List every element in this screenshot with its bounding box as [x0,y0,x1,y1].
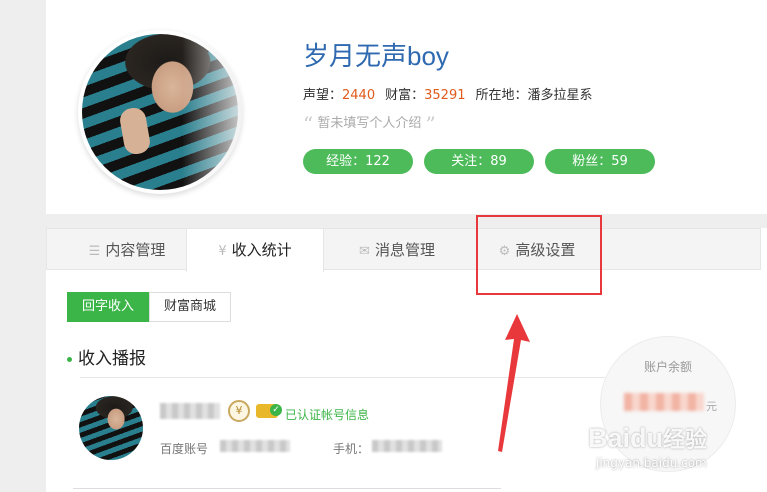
tab-label: 收入统计 [231,241,292,259]
tab-content-management[interactable]: ☰ 内容管理 [67,229,187,271]
blurred-phone [372,440,442,452]
watermark-suffix: 经验 [663,427,708,452]
coin-icon: ¥ [228,400,250,422]
section-title: 收入播报 [67,344,146,369]
balance-label: 账户余额 [643,360,692,374]
verified-badge-icon [256,404,282,418]
profile-card: 岁月无声boy 声望：2440 财富：35291 所在地：潘多拉星系 “ 暂未填写个… [46,0,767,214]
subtab-answer-income[interactable]: 回字收入 [67,292,150,322]
tab-message-management[interactable]: ✉ 消息管理 [337,229,457,271]
verified-text[interactable]: 已认证帐号信息 [285,406,369,423]
profile-stats: 声望：2440 财富：35291 所在地：潘多拉星系 [303,84,593,103]
experience-pill[interactable]: 经验：122 [303,149,413,174]
list-icon: ☰ [88,244,101,259]
bottom-divider [73,488,501,492]
close-quote-icon: ” [425,112,436,136]
tab-income-stats[interactable]: ¥ 收入统计 [186,229,324,272]
location-label: 所在地： [475,88,528,103]
watermark-brand: Bai [588,423,631,453]
bullet-dot-icon [67,356,72,362]
wealth-value: 35291 [424,88,466,103]
tab-label: 消息管理 [374,241,435,259]
blurred-balance-value [624,393,704,411]
section-title-text: 收入播报 [78,349,146,369]
profile-pills: 经验：122 关注：89 粉丝：59 [303,149,666,174]
following-pill[interactable]: 关注：89 [424,149,534,174]
blurred-baidu-account [220,440,290,452]
reputation-label: 声望： [303,88,343,103]
tab-bar: ☰ 内容管理 ¥ 收入统计 ✉ 消息管理 ⚙ 高级设置 [46,228,761,272]
reputation-value: 2440 [342,88,376,103]
username[interactable]: 岁月无声boy [303,36,449,73]
mail-icon: ✉ [359,244,370,259]
profile-intro: “ 暂未填写个人介绍 ” [303,112,436,136]
baidu-account-label: 百度账号 [160,442,209,456]
profile-avatar[interactable] [78,30,242,194]
phone-label: 手机： [333,442,370,456]
location-value: 潘多拉星系 [527,88,593,103]
yen-icon: ¥ [218,244,227,259]
followers-pill[interactable]: 粉丝：59 [545,149,655,174]
balance-unit: 元 [706,400,717,413]
account-avatar [79,396,143,460]
annotation-arrow-icon [498,314,530,452]
watermark-brand-paw: du [630,423,664,453]
open-quote-icon: “ [303,112,314,136]
subtab-group: 回字收入 财富商城 [67,292,232,322]
watermark-url: jingyan.baidu.com [596,456,707,470]
tab-label: 内容管理 [105,241,166,259]
blurred-username [160,403,220,419]
annotation-highlight-box [476,215,602,295]
intro-text: 暂未填写个人介绍 [317,116,422,131]
baidu-jingyan-watermark: Baidu经验 [588,422,707,454]
wealth-label: 财富： [385,88,425,103]
subtab-wealth-mall[interactable]: 财富商城 [149,292,232,322]
